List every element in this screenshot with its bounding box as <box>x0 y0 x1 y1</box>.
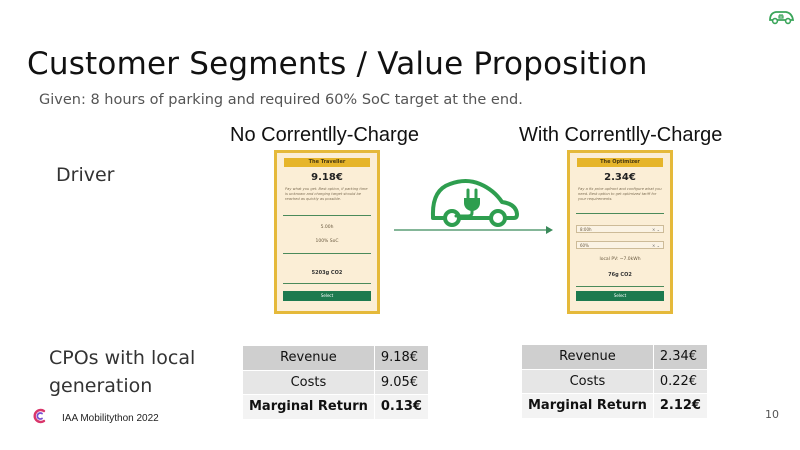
table-cell-label: Revenue <box>242 345 375 371</box>
row-label-driver: Driver <box>56 164 115 186</box>
divider <box>283 253 371 254</box>
soc-value: 60% <box>580 243 589 248</box>
page-subtitle: Given: 8 hours of parking and required 6… <box>39 92 523 108</box>
phone-header: The Optimizer <box>577 158 663 167</box>
divider <box>283 283 371 284</box>
phone-time: 5.00h <box>320 225 334 230</box>
select-button[interactable]: Select <box>283 291 371 301</box>
table-cell-label: Costs <box>242 369 375 395</box>
phone-mockup-traveller: The Traveller 9.18€ Pay what you get. Be… <box>274 150 380 314</box>
select-button[interactable]: Select <box>576 291 664 301</box>
phone-description: Pay what you get. Best option, if parkin… <box>285 187 368 201</box>
row-label-cpo: CPOs with local generation <box>49 344 195 400</box>
column-header-with: With Correntlly-Charge <box>519 124 723 146</box>
table-cell-value: 9.18€ <box>373 345 429 371</box>
phone-description: Pay a fix price upfront and configure wh… <box>578 187 662 201</box>
cpo-table-without: Revenue 9.18€ Costs 9.05€ Marginal Retur… <box>242 345 429 420</box>
phone-local-pv: local PV: ~7.0kWh <box>599 257 641 262</box>
table-row: Revenue 2.34€ <box>521 344 708 370</box>
phone-co2: 5203g CO2 <box>311 270 343 276</box>
row-label-cpo-line1: CPOs with local <box>49 347 196 369</box>
table-cell-label: Marginal Return <box>521 393 654 419</box>
arrow-right-icon <box>394 226 553 234</box>
soc-select[interactable]: 60% × ⌄ <box>576 241 664 249</box>
table-cell-label: Revenue <box>521 344 654 370</box>
phone-mockup-optimizer: The Optimizer 2.34€ Pay a fix price upfr… <box>567 150 673 314</box>
table-row: Costs 0.22€ <box>521 368 708 394</box>
table-cell-value: 2.12€ <box>652 393 708 419</box>
phone-price: 9.18€ <box>311 172 343 183</box>
table-row: Costs 9.05€ <box>242 369 429 395</box>
divider <box>576 286 664 287</box>
phone-header: The Traveller <box>284 158 370 167</box>
table-row: Marginal Return 2.12€ <box>521 393 708 419</box>
correntlly-logo-icon <box>33 408 46 424</box>
phone-co2: 76g CO2 <box>608 272 632 278</box>
footer-text: IAA Mobilitython 2022 <box>62 413 159 424</box>
chevron-down-icon: × ⌄ <box>652 227 660 232</box>
row-label-cpo-line2: generation <box>49 375 153 397</box>
table-cell-label: Marginal Return <box>242 394 375 420</box>
divider <box>283 215 371 216</box>
page-number: 10 <box>765 408 779 421</box>
duration-select[interactable]: 8:00h × ⌄ <box>576 225 664 233</box>
table-row: Revenue 9.18€ <box>242 345 429 371</box>
duration-value: 8:00h <box>580 227 592 232</box>
page-title: Customer Segments / Value Proposition <box>27 46 648 82</box>
divider <box>576 213 664 214</box>
table-cell-value: 0.13€ <box>373 394 429 420</box>
chevron-down-icon: × ⌄ <box>652 243 660 248</box>
table-cell-value: 0.22€ <box>652 368 708 394</box>
column-header-without: No Correntlly-Charge <box>230 124 419 146</box>
cpo-table-with: Revenue 2.34€ Costs 0.22€ Marginal Retur… <box>521 344 708 419</box>
table-cell-value: 9.05€ <box>373 369 429 395</box>
phone-price: 2.34€ <box>604 172 636 183</box>
table-row: Marginal Return 0.13€ <box>242 394 429 420</box>
phone-soc: 100% SoC <box>315 239 339 244</box>
table-cell-value: 2.34€ <box>652 344 708 370</box>
car-plug-icon <box>769 11 795 25</box>
table-cell-label: Costs <box>521 368 654 394</box>
